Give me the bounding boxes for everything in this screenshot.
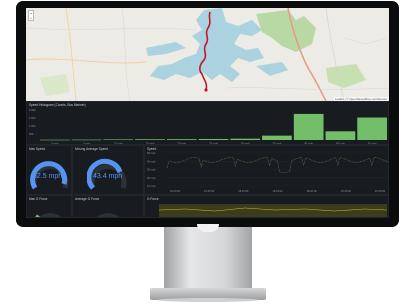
speed-histogram-panel: Speed Histogram (Counts, Bus Mariner) 2,… <box>26 101 389 145</box>
histogram-bar <box>166 139 197 140</box>
lake <box>146 42 186 56</box>
zoom-out-button[interactable]: − <box>29 16 33 21</box>
histogram-bar <box>198 138 229 140</box>
panel-title: Max Speed <box>29 147 46 151</box>
gauge-track <box>96 213 120 217</box>
x-tick-label: 15:20:00 <box>307 189 318 193</box>
g-force-timeseries-panel: G Force <box>144 195 389 218</box>
dashboard-screen: + − Leaflet | © OpenStreetMap contributo… <box>26 8 389 218</box>
park-area <box>256 10 316 52</box>
speed-series-line <box>166 157 388 173</box>
y-tick-label: 20 mph <box>147 176 156 180</box>
stand-shadow <box>158 298 258 302</box>
panel-title: Max G Force <box>29 197 48 201</box>
map-panel[interactable]: + − Leaflet | © OpenStreetMap contributo… <box>26 8 389 101</box>
histogram-bar <box>135 139 165 140</box>
route-end-marker <box>204 88 208 92</box>
speed-chart: 50 mph 40 mph 30 mph 20 mph 10 mph 15:00:00 15… <box>147 151 388 193</box>
histogram-bar <box>357 117 387 140</box>
histogram-bar <box>325 131 356 140</box>
y-tick-label: 30 mph <box>147 168 156 172</box>
road <box>26 58 147 64</box>
monitor-stand-neck <box>164 227 252 291</box>
max-speed-value: 52.5 mph <box>33 173 63 180</box>
road <box>225 87 389 90</box>
max-speed-panel: Max Speed 52.5 mph <box>26 145 72 195</box>
moving-average-value: 43.4 mph <box>93 173 123 180</box>
average-g-force-gauge <box>96 213 120 217</box>
max-g-force-panel: Max G Force <box>26 195 72 218</box>
gauge-fill <box>35 214 41 217</box>
histogram-bar <box>262 135 292 140</box>
x-tick-label: 15:25:00 <box>341 189 352 193</box>
y-tick-label: 40 mph <box>147 159 156 163</box>
histogram-bar <box>71 139 102 141</box>
histogram-bar <box>230 138 261 140</box>
road <box>325 8 345 101</box>
histogram-bar <box>293 113 324 140</box>
histogram-bar <box>40 139 70 141</box>
x-tick-label: 15:10:00 <box>238 189 249 193</box>
y-tick-label: 10 mph <box>147 184 156 188</box>
park-area <box>40 74 70 96</box>
g-force-chart <box>158 204 388 217</box>
max-g-force-gauge <box>35 213 62 217</box>
average-g-force-panel: Average G Force <box>72 195 144 218</box>
histogram-bar <box>103 139 134 141</box>
lake <box>256 62 288 76</box>
panel-title: Average G Force <box>75 197 100 201</box>
y-tick-label: 50 mph <box>147 151 156 155</box>
panel-title: Moving Average Speed <box>75 147 108 151</box>
zoom-control[interactable]: + − <box>28 10 34 21</box>
histogram-chart: 0 mph 5 mph 10 mph 15 mph 20 mph 25 mph 30 mph… <box>40 113 387 144</box>
road <box>26 27 197 31</box>
map-canvas <box>26 8 389 101</box>
moving-average-speed-panel: Moving Average Speed 43.4 mph <box>72 145 144 195</box>
speed-timeseries-panel: Speed 50 mph 40 mph 30 mph 20 mph 10 mph 15:0… <box>144 145 389 195</box>
road <box>343 37 387 45</box>
road <box>121 8 131 101</box>
x-tick-label: 15:05:00 <box>204 189 215 193</box>
x-tick-label: 15:30:00 <box>375 189 386 193</box>
x-tick-label: 15:15:00 <box>272 189 283 193</box>
park-area <box>326 64 366 88</box>
x-tick-label: 15:00:00 <box>170 189 181 193</box>
